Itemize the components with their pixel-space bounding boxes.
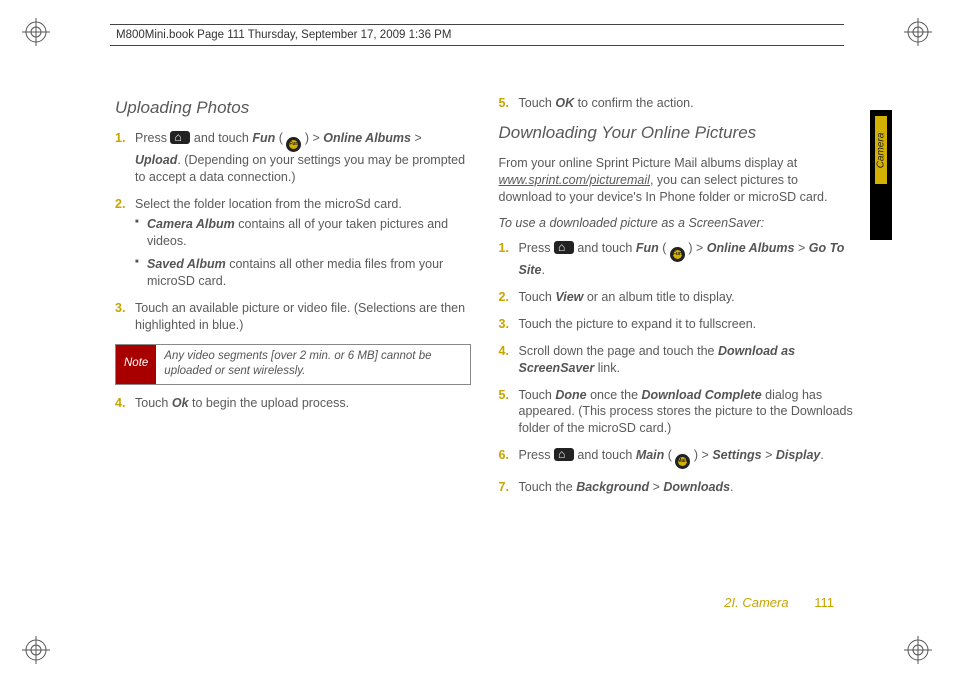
step-1: 1. Press and touch Fun ( Fun ) > Online … xyxy=(115,130,471,186)
step-4: 4. Touch Ok to begin the upload process. xyxy=(115,395,471,412)
step-3: 3. Touch an available picture or video f… xyxy=(115,300,471,334)
url-link: www.sprint.com/picturemail xyxy=(499,173,650,187)
home-button-icon xyxy=(554,241,574,254)
fun-softkey-icon: Fun xyxy=(286,137,301,152)
step-number: 5. xyxy=(499,95,509,112)
note-text: Any video segments [over 2 min. or 6 MB]… xyxy=(156,345,469,384)
sub-item: Saved Album contains all other media fil… xyxy=(135,256,471,290)
step-r4: 4. Scroll down the page and touch the Do… xyxy=(499,343,855,377)
page-content: Uploading Photos 1. Press and touch Fun … xyxy=(115,95,854,612)
step-number: 4. xyxy=(499,343,509,360)
side-tab-text: Camera xyxy=(876,132,887,168)
registration-mark-icon xyxy=(904,636,932,664)
note-box: Note Any video segments [over 2 min. or … xyxy=(115,344,471,385)
home-button-icon xyxy=(170,131,190,144)
step-number: 1. xyxy=(499,240,509,257)
registration-mark-icon xyxy=(22,636,50,664)
step-number: 6. xyxy=(499,447,509,464)
sub-list: Camera Album contains all of your taken … xyxy=(135,216,471,290)
left-column: Uploading Photos 1. Press and touch Fun … xyxy=(115,95,471,612)
sub-item: Camera Album contains all of your taken … xyxy=(135,216,471,250)
fun-softkey-icon: Fun xyxy=(670,247,685,262)
step-r1: 1. Press and touch Fun ( Fun ) > Online … xyxy=(499,240,855,279)
step-number: 2. xyxy=(499,289,509,306)
registration-mark-icon xyxy=(22,18,50,46)
step-2: 2. Select the folder location from the m… xyxy=(115,196,471,290)
steps-left: 1. Press and touch Fun ( Fun ) > Online … xyxy=(115,130,471,334)
main-softkey-icon: Main xyxy=(675,454,690,469)
note-label: Note xyxy=(116,345,156,384)
step-number: 3. xyxy=(115,300,125,317)
step-number: 7. xyxy=(499,479,509,496)
step-r5: 5. Touch Done once the Download Complete… xyxy=(499,387,855,438)
steps-right-top: 5. Touch OK to confirm the action. xyxy=(499,95,855,112)
step-5: 5. Touch OK to confirm the action. xyxy=(499,95,855,112)
steps-left-cont: 4. Touch Ok to begin the upload process. xyxy=(115,395,471,412)
step-number: 5. xyxy=(499,387,509,404)
right-column: 5. Touch OK to confirm the action. Downl… xyxy=(499,95,855,612)
step-number: 3. xyxy=(499,316,509,333)
steps-right: 1. Press and touch Fun ( Fun ) > Online … xyxy=(499,240,855,496)
lead-in: To use a downloaded picture as a ScreenS… xyxy=(499,215,855,232)
step-r6: 6. Press and touch Main ( Main ) > Setti… xyxy=(499,447,855,469)
page-header: M800Mini.book Page 111 Thursday, Septemb… xyxy=(110,24,844,46)
home-button-icon xyxy=(554,448,574,461)
step-number: 2. xyxy=(115,196,125,213)
step-r7: 7. Touch the Background > Downloads. xyxy=(499,479,855,496)
heading-downloading-pictures: Downloading Your Online Pictures xyxy=(499,122,855,145)
heading-uploading-photos: Uploading Photos xyxy=(115,97,471,120)
header-text: M800Mini.book Page 111 Thursday, Septemb… xyxy=(116,29,451,41)
page-number: 111 xyxy=(814,595,834,610)
registration-mark-icon xyxy=(904,18,932,46)
step-number: 4. xyxy=(115,395,125,412)
step-r2: 2. Touch View or an album title to displ… xyxy=(499,289,855,306)
intro-paragraph: From your online Sprint Picture Mail alb… xyxy=(499,155,855,206)
section-side-tab-label: Camera xyxy=(875,116,887,184)
section-label: 2I. Camera xyxy=(724,595,788,610)
page-footer: 2I. Camera 111 xyxy=(724,595,834,610)
step-number: 1. xyxy=(115,130,125,147)
step-r3: 3. Touch the picture to expand it to ful… xyxy=(499,316,855,333)
